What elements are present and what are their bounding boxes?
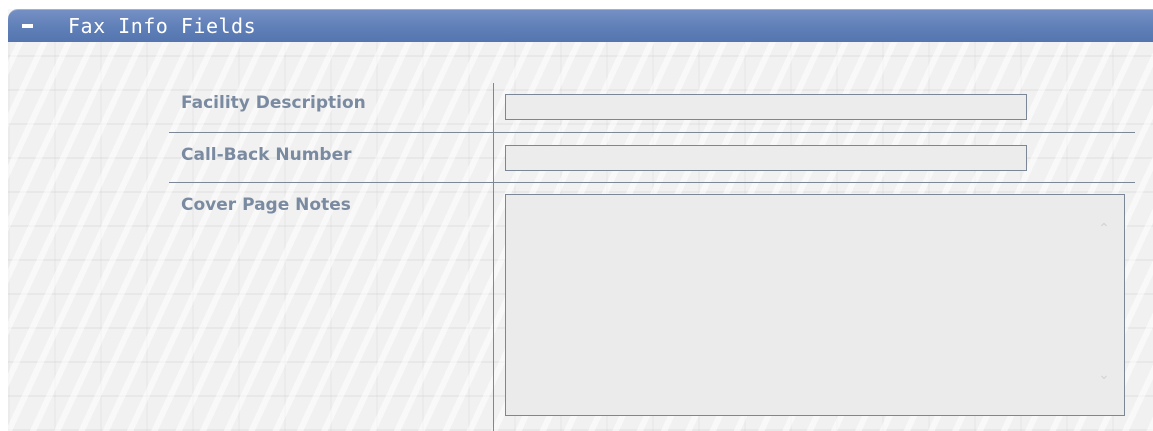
facility-description-input[interactable] [505, 94, 1027, 120]
call-back-number-label: Call-Back Number [181, 145, 352, 165]
collapse-button[interactable] [20, 18, 35, 33]
call-back-number-input[interactable] [505, 145, 1027, 171]
minus-icon [22, 24, 33, 28]
cover-page-notes-label: Cover Page Notes [181, 195, 351, 215]
scroll-up-icon[interactable]: ⌃ [1095, 222, 1113, 236]
row-divider [169, 132, 1135, 133]
panel-header: Fax Info Fields [8, 9, 1153, 42]
fax-info-panel: Fax Info Fields Facility Description Cal… [8, 9, 1153, 431]
column-divider [493, 83, 494, 431]
panel-title: Fax Info Fields [68, 14, 257, 38]
scroll-down-icon[interactable]: ⌄ [1095, 368, 1113, 382]
row-divider [169, 182, 1135, 183]
cover-page-notes-textarea[interactable] [505, 194, 1125, 416]
facility-description-label: Facility Description [181, 93, 366, 113]
